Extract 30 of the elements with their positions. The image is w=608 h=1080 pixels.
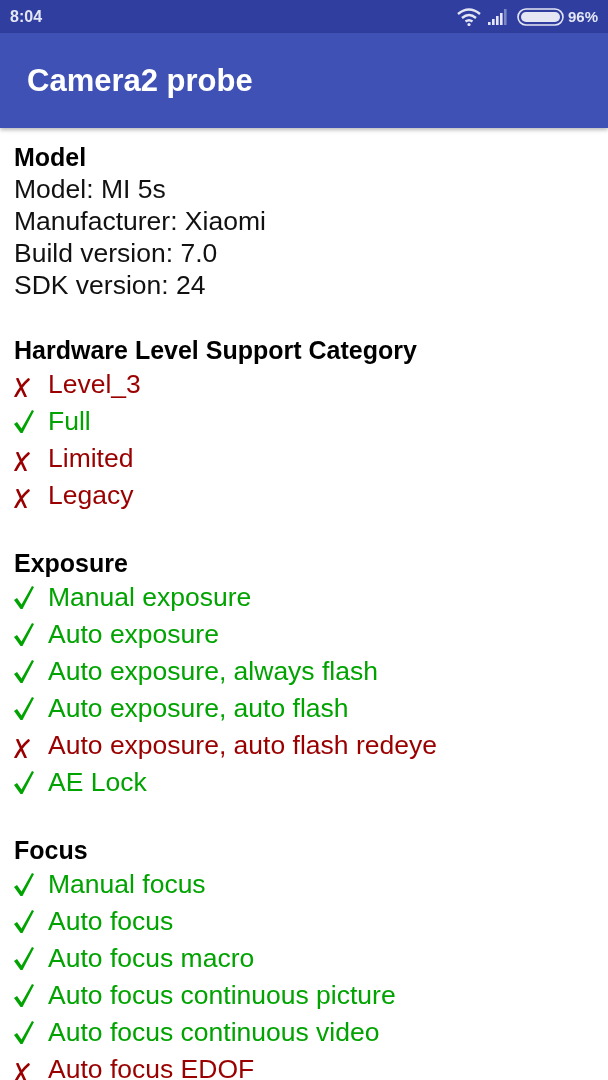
feature-label: Auto focus continuous picture [48,982,396,1009]
battery-icon [516,7,564,26]
info-line: SDK version: 24 [14,269,206,301]
info-line: Model: MI 5s [14,173,166,205]
wifi-icon [456,7,481,26]
feature-label: Auto exposure [48,621,219,648]
battery-percent: 96% [567,8,598,25]
feature-label: Auto exposure, always flash [48,658,378,685]
feature-label: Auto exposure, auto flash redeye [48,732,437,759]
feature-label: Manual focus [48,871,206,898]
section-heading: Model [14,142,87,173]
section-heading: Hardware Level Support Category [14,335,417,366]
feature-label: Auto exposure, auto flash [48,695,349,722]
status-time: 8:04 [10,7,43,26]
feature-label: Full [48,408,91,435]
feature-label: Legacy [48,482,134,509]
app-title: Camera2 probe [27,62,253,99]
feature-label: Auto focus continuous video [48,1019,380,1046]
feature-label: Auto focus macro [48,945,255,972]
feature-label: Auto focus [48,908,174,935]
feature-label: Limited [48,445,134,472]
feature-label: Level_3 [48,371,141,398]
info-line: Build version: 7.0 [14,237,218,269]
info-line: Manufacturer: Xiaomi [14,205,266,237]
feature-label: Auto focus EDOF [48,1056,255,1080]
signal-icon [487,8,508,25]
section-heading: Focus [14,835,88,866]
feature-label: Manual exposure [48,584,252,611]
section-heading: Exposure [14,548,128,579]
feature-label: AE Lock [48,769,147,796]
